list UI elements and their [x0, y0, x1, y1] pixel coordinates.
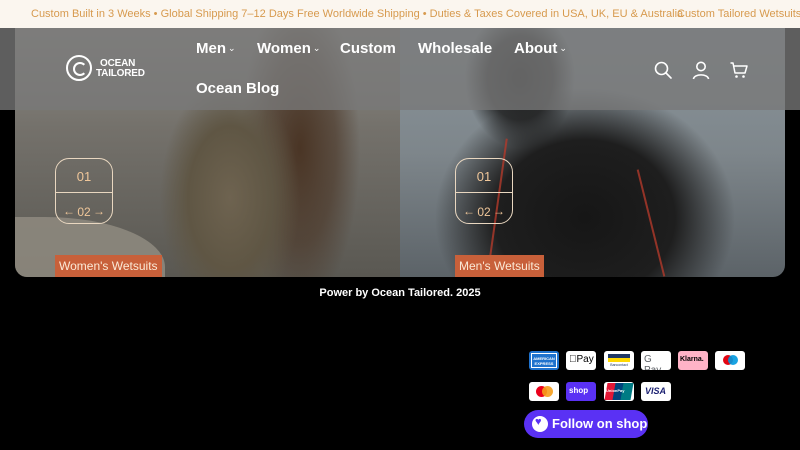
chevron-down-icon: ⌄ [559, 43, 567, 53]
womens-wetsuits-link[interactable]: Women's Wetsuits [55, 255, 162, 277]
nav-men[interactable]: Men ⌄ [196, 40, 236, 57]
announcement-item: Custom Built in 3 Weeks • Global Shippin… [31, 8, 294, 20]
nav-about[interactable]: About ⌄ [514, 40, 567, 57]
mens-wetsuits-link[interactable]: Men's Wetsuits [455, 255, 544, 277]
arrow-right-icon[interactable]: → [93, 204, 105, 218]
slide-counter: 01 ← 02 → [55, 158, 113, 224]
amex-icon: AMERICAN EXPRESS [529, 351, 559, 370]
heart-icon [532, 416, 548, 432]
unionpay-icon: UnionPay [604, 382, 634, 401]
cart-icon[interactable] [729, 60, 749, 80]
shop-pay-icon: shop [566, 382, 596, 401]
page: Custom Built in 3 Weeks • Global Shippin… [0, 0, 800, 450]
nav-ocean-blog[interactable]: Ocean Blog [196, 80, 279, 97]
announcement-item: Free Worldwide Shipping • Duties & Taxes… [297, 8, 684, 20]
mastercard-icon: mastercard [529, 382, 559, 401]
nav-women[interactable]: Women ⌄ [257, 40, 320, 57]
search-icon[interactable] [653, 60, 673, 80]
bancontact-icon: Bancontact [604, 351, 634, 370]
chevron-down-icon: ⌄ [228, 43, 236, 53]
google-pay-icon: G Pay [641, 351, 671, 370]
visa-icon: VISA [641, 382, 671, 401]
apple-pay-icon: Pay [566, 351, 596, 370]
klarna-icon: Klarna. [678, 351, 708, 370]
slide-counter: 01 ← 02 → [455, 158, 513, 224]
announcement-item: Custom Tailored Wetsuits L [677, 8, 800, 20]
wave-logo-icon [66, 55, 92, 81]
announcement-bar: Custom Built in 3 Weeks • Global Shippin… [0, 0, 800, 28]
copyright-text: Power by Ocean Tailored. 2025 [319, 287, 481, 299]
nav-custom[interactable]: Custom [340, 40, 396, 57]
maestro-icon: maestro [715, 351, 745, 370]
chevron-down-icon: ⌄ [312, 43, 321, 53]
wetsuit-seam [636, 169, 666, 277]
logo-text: OCEAN TAILORED [96, 58, 145, 79]
arrow-right-icon[interactable]: → [493, 204, 505, 218]
follow-on-shop-button[interactable]: Follow on shop [524, 410, 648, 438]
account-icon[interactable] [691, 60, 711, 80]
nav-wholesale[interactable]: Wholesale [418, 40, 492, 57]
